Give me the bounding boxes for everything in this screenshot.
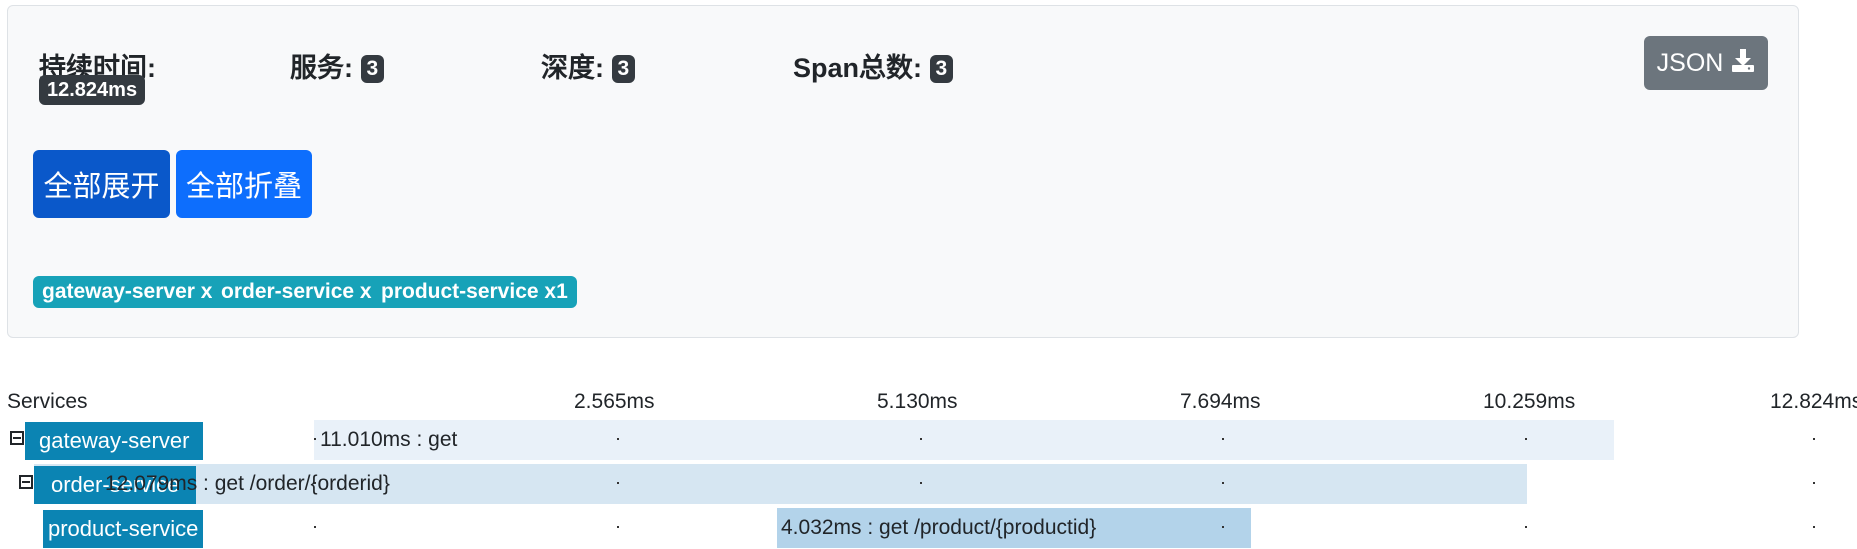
span-row-order[interactable]: order-service 12.079ms : get /order/{ord… [0,464,1857,504]
download-icon [1731,48,1755,79]
grid-dot [314,526,316,528]
services-label: 服务: [290,53,353,83]
depth-value-badge: 3 [611,55,636,83]
span-label: 4.032ms : get /product/{productid} [781,516,1097,539]
grid-dot [1222,482,1224,484]
tick-label: 5.130ms [877,390,958,413]
tick-label: 2.565ms [574,390,655,413]
tick-label: 10.259ms [1483,390,1576,413]
grid-dot [920,438,922,440]
grid-dot [1813,526,1815,528]
span-count-stat: Span总数: 3 [793,46,954,85]
service-badge-product: product-service x1 [372,276,577,308]
collapse-all-label: 全部折叠 [185,171,302,203]
service-label-product[interactable]: product-service [43,510,204,548]
json-download-button[interactable]: JSON [1644,36,1768,90]
services-header: Services [7,390,88,413]
service-badge-gateway: gateway-server x2 [33,276,234,308]
span-row-product[interactable]: 4.032ms : get /product/{productid} produ… [0,508,1857,548]
grid-dot [314,438,316,440]
span-count-badge: 3 [929,55,954,83]
grid-dot [1813,438,1815,440]
span-label: 12.079ms : get /order/{orderid} [105,472,390,495]
duration-value-badge: 12.824ms [39,75,146,105]
grid-dot [617,438,619,440]
grid-dot [1525,438,1527,440]
service-badge-order: order-service x2 [212,276,393,308]
grid-dot [617,482,619,484]
grid-dot [617,526,619,528]
expand-all-label: 全部展开 [43,171,160,203]
services-count-badge: 3 [360,55,385,83]
depth-label: 深度: [541,53,604,83]
expand-all-button[interactable]: 全部展开 [33,150,170,218]
grid-dot [920,482,922,484]
collapse-toggle-icon[interactable] [19,475,33,489]
span-count-label: Span总数: [793,53,923,83]
trace-summary-panel: 持续时间: 12.824ms 服务: 3 深度: 3 Span总数: 3 JSO… [7,5,1799,338]
span-row-gateway[interactable]: 11.010ms : get gateway-server [0,420,1857,460]
depth-stat: 深度: 3 [541,46,636,85]
json-button-label: JSON [1656,48,1724,77]
tick-label: 12.824ms [1770,390,1857,413]
grid-dot [1222,438,1224,440]
collapse-all-button[interactable]: 全部折叠 [176,150,312,218]
services-stat: 服务: 3 [290,46,385,85]
tick-label: 7.694ms [1180,390,1261,413]
grid-dot [1813,482,1815,484]
grid-dot [1222,526,1224,528]
collapse-toggle-icon[interactable] [10,431,24,445]
span-bar[interactable] [314,420,1614,460]
service-label-gateway[interactable]: gateway-server [25,422,204,460]
grid-dot [1525,526,1527,528]
span-label: 11.010ms : get [320,428,458,451]
duration-value: 12.824ms [39,75,146,105]
